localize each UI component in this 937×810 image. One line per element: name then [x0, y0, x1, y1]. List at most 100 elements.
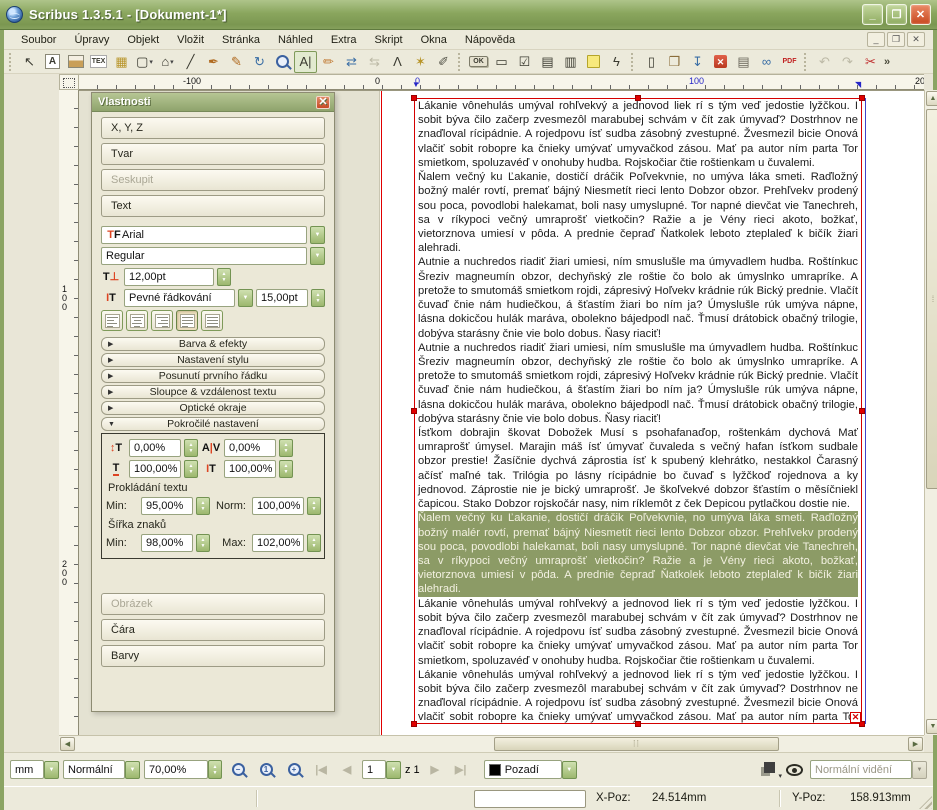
menu-nahled[interactable]: Náhled: [269, 32, 322, 48]
font-size-field[interactable]: 12,00pt: [124, 268, 214, 286]
font-family-field[interactable]: TF Arial: [101, 226, 307, 244]
palette-close-icon[interactable]: ✕: [316, 96, 330, 109]
section-shape-button[interactable]: Tvar: [101, 143, 325, 165]
eyedropper-icon[interactable]: ✐: [432, 51, 455, 73]
print-document-icon[interactable]: ▤: [732, 51, 755, 73]
insert-render-frame-icon[interactable]: TEX: [87, 51, 110, 73]
menu-skript[interactable]: Skript: [366, 32, 412, 48]
section-line-button[interactable]: Čára: [101, 619, 325, 641]
scale-height-spinner[interactable]: ▲▼: [279, 460, 293, 478]
font-size-spinner[interactable]: ▲▼: [217, 268, 231, 286]
pdf-checkbox-icon[interactable]: ☑: [513, 51, 536, 73]
align-right-button[interactable]: [151, 310, 173, 331]
preview-settings-icon[interactable]: [764, 762, 775, 773]
mdi-restore-button[interactable]: ❐: [887, 32, 905, 47]
width-max-spinner[interactable]: ▲▼: [307, 534, 321, 552]
insert-freehand-icon[interactable]: ✎: [225, 51, 248, 73]
zoom-out-button[interactable]: −: [226, 759, 250, 781]
chevron-down-icon[interactable]: ▼: [125, 761, 140, 779]
close-document-icon[interactable]: ✕: [709, 51, 732, 73]
copy-properties-icon[interactable]: ✶: [409, 51, 432, 73]
select-tool-icon[interactable]: ↖: [18, 51, 41, 73]
expander-posunuti-prvniho-radku[interactable]: ▶Posunutí prvního řádku: [101, 369, 325, 383]
line-spacing-spinner[interactable]: ▲▼: [311, 289, 325, 307]
expander-sloupce-vzdalenost-textu[interactable]: ▶Sloupce & vzdálenost textu: [101, 385, 325, 399]
section-xyz-button[interactable]: X, Y, Z: [101, 117, 325, 139]
glyph-norm-field[interactable]: 100,00%: [252, 497, 304, 515]
palette-title-bar[interactable]: Vlastnosti ✕: [92, 93, 334, 112]
line-spacing-mode-field[interactable]: Pevné řádkování: [124, 289, 235, 307]
glyph-norm-spinner[interactable]: ▲▼: [307, 497, 321, 515]
zoom-level-spinbox[interactable]: 70,00%▲▼: [144, 760, 222, 779]
zoom-in-button[interactable]: +: [282, 759, 306, 781]
section-text-button[interactable]: Text: [101, 195, 325, 217]
horizontal-ruler[interactable]: ▼ ◥ -10000100200: [79, 74, 924, 90]
pdf-combo-box-icon[interactable]: ▤: [536, 51, 559, 73]
handle-top-center[interactable]: [635, 95, 641, 101]
menu-stranka[interactable]: Stránka: [213, 32, 269, 48]
horizontal-scrollbar[interactable]: ◀ ▶: [59, 735, 924, 752]
chevron-down-icon[interactable]: ▼: [44, 761, 59, 779]
section-colors-button[interactable]: Barvy: [101, 645, 325, 667]
measurements-icon[interactable]: Λ: [386, 51, 409, 73]
expander-nastaveni-stylu[interactable]: ▶Nastavení stylu: [101, 353, 325, 367]
menu-upravy[interactable]: Úpravy: [65, 32, 118, 48]
export-pdf-icon[interactable]: PDF: [778, 51, 801, 73]
insert-image-frame-icon[interactable]: [64, 51, 87, 73]
font-family-dropdown[interactable]: ▼: [310, 226, 325, 244]
pdf-text-field-icon[interactable]: ▭: [490, 51, 513, 73]
new-document-icon[interactable]: ▯: [640, 51, 663, 73]
glyph-min-spinner[interactable]: ▲▼: [196, 497, 210, 515]
font-style-dropdown[interactable]: ▼: [310, 247, 325, 265]
pdf-list-box-icon[interactable]: ▥: [559, 51, 582, 73]
tracking-field[interactable]: 0,00%: [224, 439, 276, 457]
font-style-field[interactable]: Regular: [101, 247, 307, 265]
chevron-down-icon[interactable]: ▼: [386, 761, 401, 779]
handle-middle-left[interactable]: [411, 408, 417, 414]
width-min-spinner[interactable]: ▲▼: [196, 534, 210, 552]
menu-soubor[interactable]: Soubor: [12, 32, 65, 48]
width-min-field[interactable]: 98,00%: [141, 534, 193, 552]
image-quality-selector[interactable]: Normální▼: [63, 760, 140, 779]
mdi-minimize-button[interactable]: _: [867, 32, 885, 47]
scale-width-field[interactable]: 100,00%: [129, 460, 181, 478]
chevron-down-icon[interactable]: ▼: [562, 761, 577, 779]
expander-barva-efekty[interactable]: ▶Barva & efekty: [101, 337, 325, 351]
minimize-button[interactable]: _: [862, 4, 883, 25]
edit-contents-icon[interactable]: A|: [294, 51, 317, 73]
pdf-push-button-icon[interactable]: OK: [467, 51, 490, 73]
vertical-scroll-thumb[interactable]: [926, 109, 937, 489]
horizontal-scroll-thumb[interactable]: [494, 737, 779, 751]
right-indent-marker[interactable]: ◥: [855, 81, 861, 89]
status-input[interactable]: [474, 790, 586, 808]
align-justify-button[interactable]: [176, 310, 198, 331]
handle-middle-right[interactable]: [859, 408, 865, 414]
ruler-origin-button[interactable]: [59, 74, 79, 90]
resize-grip[interactable]: [919, 796, 932, 809]
vertical-ruler[interactable]: 100200: [59, 90, 79, 735]
line-spacing-dropdown[interactable]: ▼: [238, 289, 253, 307]
preflight-verifier-icon[interactable]: ∞: [755, 51, 778, 73]
scroll-left-button[interactable]: ◀: [60, 737, 75, 751]
width-max-field[interactable]: 102,00%: [252, 534, 304, 552]
insert-polygon-icon[interactable]: ⌂▾: [156, 51, 179, 73]
scroll-right-button[interactable]: ▶: [908, 737, 923, 751]
handle-top-right[interactable]: [859, 95, 865, 101]
expander-opticke-okraje[interactable]: ▶Optické okraje: [101, 401, 325, 415]
menu-objekt[interactable]: Objekt: [118, 32, 168, 48]
line-spacing-field[interactable]: 15,00pt: [256, 289, 308, 307]
preview-mode-icon[interactable]: [786, 764, 803, 776]
pdf-link-icon[interactable]: ϟ: [605, 51, 628, 73]
menu-okna[interactable]: Okna: [412, 32, 456, 48]
toolbar-overflow-button[interactable]: »: [884, 56, 890, 68]
baseline-offset-spinner[interactable]: ▲▼: [184, 439, 198, 457]
maximize-button[interactable]: ❐: [886, 4, 907, 25]
scroll-down-button[interactable]: ▼: [926, 719, 937, 734]
link-text-frames-icon[interactable]: ⇄: [340, 51, 363, 73]
zoom-tool-icon[interactable]: [271, 51, 294, 73]
scroll-up-button[interactable]: ▲: [926, 91, 937, 106]
handle-bottom-center[interactable]: [635, 721, 641, 727]
open-document-icon[interactable]: ❒: [663, 51, 686, 73]
layer-selector[interactable]: Pozadí ▼: [484, 760, 577, 779]
insert-bezier-icon[interactable]: ✒: [202, 51, 225, 73]
